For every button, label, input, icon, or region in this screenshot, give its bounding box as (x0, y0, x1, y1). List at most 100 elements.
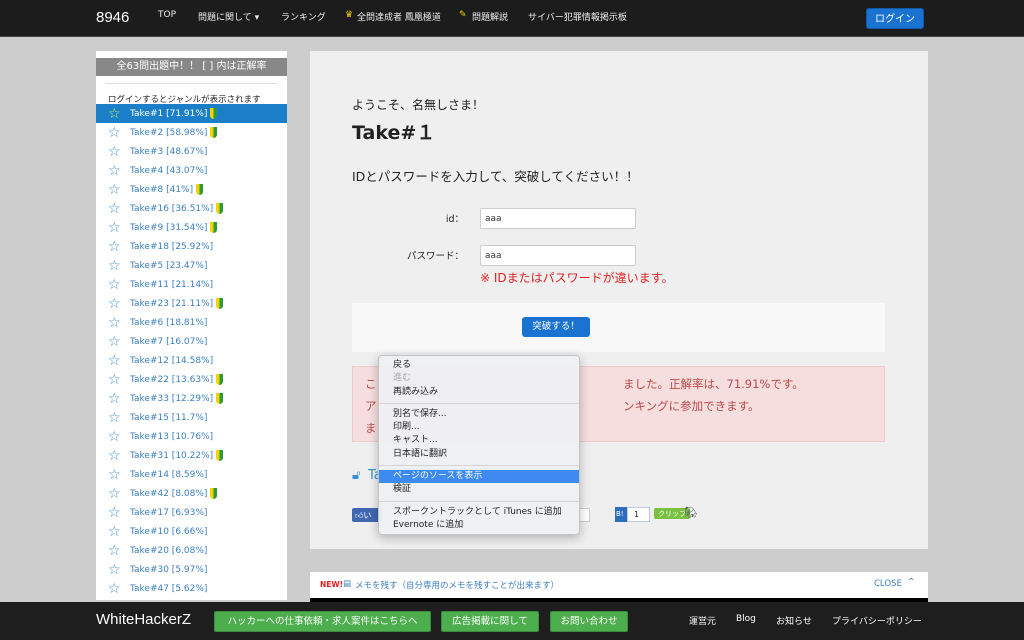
evernote-icon[interactable]: 🐘︎ (684, 506, 698, 519)
context-menu-item[interactable]: 戻る (379, 359, 579, 372)
context-menu-item[interactable]: 再読み込み (379, 386, 579, 399)
star-icon[interactable]: ☆ (108, 525, 124, 539)
memo-link[interactable]: メモを残す（自分専用のメモを残すことが出来ます） (355, 579, 559, 591)
alert-line-3-start: ま (365, 421, 377, 435)
star-icon[interactable]: ☆ (108, 544, 124, 558)
alert-line-1-end: ました。正解率は、71.91%です。 (623, 377, 804, 391)
sidebar-item-label: Take#8 [41%] (130, 184, 194, 195)
top-navbar: 8946 TOP 問題に関して ▾ ランキング ♛ 全問達成者 鳳凰極道 ✎ 問… (0, 0, 1024, 37)
sidebar-item-take[interactable]: ☆ Take#30 [5.97%] (96, 560, 287, 579)
sidebar-item-take[interactable]: ☆ Take#16 [36.51%] (96, 199, 287, 218)
sidebar-item-label: Take#16 [36.51%] (130, 203, 214, 214)
login-button[interactable]: ログイン (866, 8, 924, 29)
star-icon[interactable]: ☆ (108, 107, 124, 121)
star-icon[interactable]: ☆ (108, 221, 124, 235)
nav-champions[interactable]: 全問達成者 鳳凰極道 (357, 10, 441, 23)
id-input[interactable]: aaa (480, 208, 636, 229)
job-request-button[interactable]: ハッカーへの仕事依頼・求人案件はこちらへ (214, 611, 431, 632)
star-icon[interactable]: ☆ (108, 354, 124, 368)
alert-line-2-start: ア (365, 399, 377, 413)
unlock-icon: 🔓︎ (352, 468, 361, 483)
sidebar-item-take[interactable]: ☆ Take#9 [31.54%] (96, 218, 287, 237)
sidebar-item-take[interactable]: ☆ Take#47 [5.62%] (96, 579, 287, 598)
beginner-mark-icon (216, 203, 224, 214)
nav-top[interactable]: TOP (158, 10, 176, 20)
nav-ranking[interactable]: ランキング (281, 10, 326, 23)
password-input[interactable]: aaa (480, 245, 636, 266)
footer-link-blog[interactable]: Blog (736, 614, 756, 624)
sidebar-item-take[interactable]: ☆ Take#22 [13.63%] (96, 370, 287, 389)
submit-button[interactable]: 突破する！ (522, 317, 590, 337)
star-icon[interactable]: ☆ (108, 411, 124, 425)
sidebar-item-take[interactable]: ☆ Take#11 [21.14%] (96, 275, 287, 294)
star-icon[interactable]: ☆ (108, 449, 124, 463)
star-icon[interactable]: ☆ (108, 373, 124, 387)
context-menu-item[interactable]: 検証 (379, 483, 579, 496)
star-icon[interactable]: ☆ (108, 259, 124, 273)
sidebar-item-take[interactable]: ☆ Take#13 [10.76%] (96, 427, 287, 446)
sidebar-item-take[interactable]: ☆ Take#1 [71.91%] (96, 104, 287, 123)
sidebar-item-take[interactable]: ☆ Take#5 [23.47%] (96, 256, 287, 275)
sidebar-item-take[interactable]: ☆ Take#14 [8.59%] (96, 465, 287, 484)
star-icon[interactable]: ☆ (108, 240, 124, 254)
sidebar-item-take[interactable]: ☆ Take#31 [10.22%] (96, 446, 287, 465)
star-icon[interactable]: ☆ (108, 164, 124, 178)
sidebar-item-take[interactable]: ☆ Take#18 [25.92%] (96, 237, 287, 256)
star-icon[interactable]: ☆ (108, 126, 124, 140)
chevron-up-icon[interactable]: ⌃ (907, 577, 915, 588)
sidebar-item-take[interactable]: ☆ Take#17 [6.93%] (96, 503, 287, 522)
star-icon[interactable]: ☆ (108, 582, 124, 596)
star-icon[interactable]: ☆ (108, 468, 124, 482)
sidebar-item-take[interactable]: ☆ Take#12 [14.58%] (96, 351, 287, 370)
star-icon[interactable]: ☆ (108, 487, 124, 501)
hatena-bookmark-icon[interactable]: B! (615, 507, 627, 522)
sidebar-item-take[interactable]: ☆ Take#2 [58.98%] (96, 123, 287, 142)
sidebar-item-take[interactable]: ☆ Take#15 [11.7%] (96, 408, 287, 427)
star-icon[interactable]: ☆ (108, 316, 124, 330)
sidebar-item-label: Take#5 [23.47%] (130, 260, 208, 271)
star-icon[interactable]: ☆ (108, 297, 124, 311)
sidebar-item-take[interactable]: ☆ Take#23 [21.11%] (96, 294, 287, 313)
footer-link-operator[interactable]: 運営元 (689, 614, 716, 627)
contact-button[interactable]: お問い合わせ (550, 611, 628, 632)
sidebar-item-take[interactable]: ☆ Take#3 [48.67%] (96, 142, 287, 161)
footer-link-news[interactable]: お知らせ (776, 614, 812, 627)
context-menu-item[interactable]: 日本語に翻訳 (379, 448, 579, 461)
star-icon[interactable]: ☆ (108, 392, 124, 406)
star-icon[interactable]: ☆ (108, 506, 124, 520)
context-menu-item[interactable]: Evernote に追加 (379, 519, 579, 532)
site-logo[interactable]: 8946 (96, 9, 129, 26)
nav-about-dropdown[interactable]: 問題に関して ▾ (198, 10, 259, 23)
sidebar-item-label: Take#31 [10.22%] (130, 450, 214, 461)
close-memo-button[interactable]: CLOSE (874, 579, 902, 589)
footer-logo[interactable]: WhiteHackerZ (96, 611, 191, 628)
star-icon[interactable]: ☆ (108, 335, 124, 349)
nav-cybercrime-board[interactable]: サイバー犯罪情報掲示板 (528, 10, 627, 23)
sidebar-item-take[interactable]: ☆ Take#42 [8.08%] (96, 484, 287, 503)
password-label: パスワード： (406, 251, 464, 262)
memo-bar: NEW! ▤ メモを残す（自分専用のメモを残すことが出来ます） CLOSE ⌃ (310, 572, 928, 598)
ads-button[interactable]: 広告掲載に関して (441, 611, 539, 632)
sidebar-item-take[interactable]: ☆ Take#7 [16.07%] (96, 332, 287, 351)
context-menu-item[interactable]: ページのソースを表示 (379, 470, 579, 484)
context-menu-item[interactable]: 進む (379, 372, 579, 385)
context-menu-item[interactable]: 印刷... (379, 421, 579, 434)
sidebar-item-take[interactable]: ☆ Take#4 [43.07%] (96, 161, 287, 180)
context-menu-item[interactable]: スポークントラックとして iTunes に追加 (379, 506, 579, 519)
context-menu-item[interactable]: キャスト... (379, 434, 579, 447)
star-icon[interactable]: ☆ (108, 278, 124, 292)
sidebar-item-take[interactable]: ☆ Take#33 [12.29%] (96, 389, 287, 408)
star-icon[interactable]: ☆ (108, 183, 124, 197)
sidebar-item-take[interactable]: ☆ Take#10 [6.66%] (96, 522, 287, 541)
sidebar-item-take[interactable]: ☆ Take#6 [18.81%] (96, 313, 287, 332)
sidebar-item-take[interactable]: ☆ Take#8 [41%] (96, 180, 287, 199)
star-icon[interactable]: ☆ (108, 145, 124, 159)
star-icon[interactable]: ☆ (108, 202, 124, 216)
star-icon[interactable]: ☆ (108, 563, 124, 577)
context-menu-item[interactable]: 別名で保存... (379, 408, 579, 421)
star-icon[interactable]: ☆ (108, 430, 124, 444)
footer-link-privacy[interactable]: プライバシーポリシー (832, 614, 922, 627)
sidebar-item-label: Take#7 [16.07%] (130, 336, 208, 347)
nav-explanations[interactable]: 問題解説 (472, 10, 508, 23)
sidebar-item-take[interactable]: ☆ Take#20 [6.08%] (96, 541, 287, 560)
